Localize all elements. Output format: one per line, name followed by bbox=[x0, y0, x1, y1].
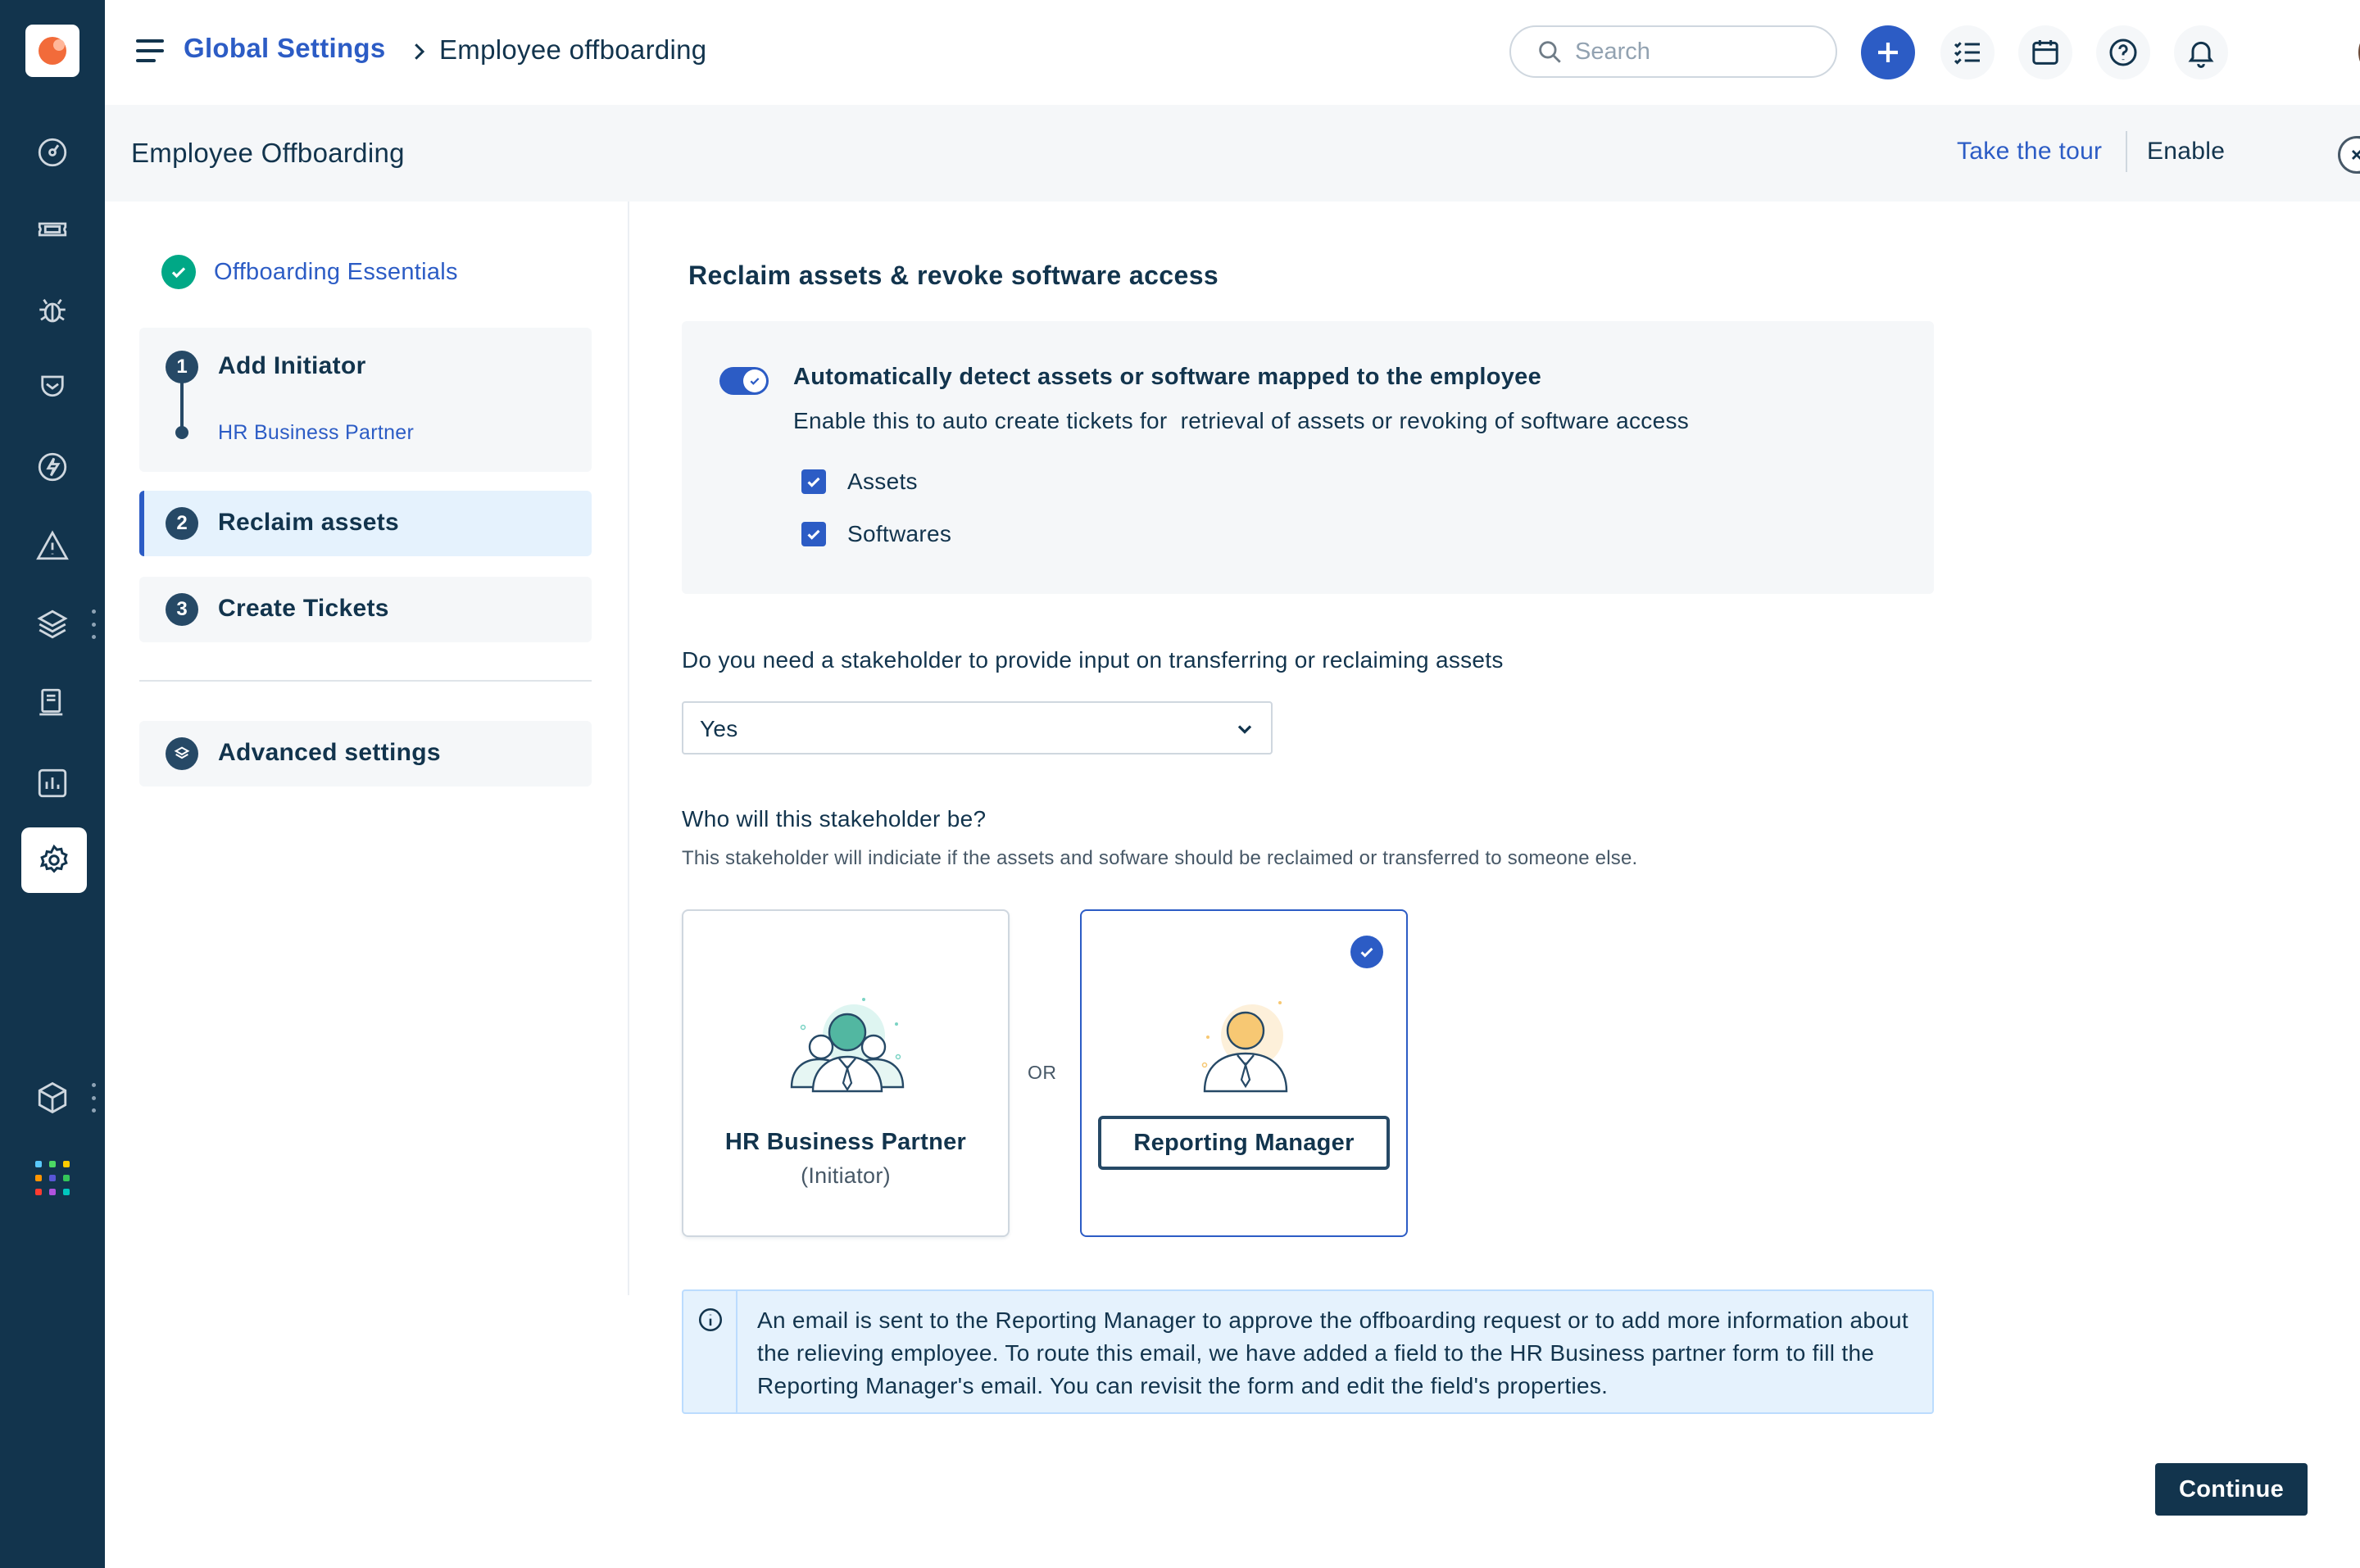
info-text: An email is sent to the Reporting Manage… bbox=[757, 1307, 1909, 1398]
substep-dot bbox=[175, 426, 188, 439]
modules-icon[interactable] bbox=[33, 1078, 72, 1117]
close-icon bbox=[2351, 149, 2360, 161]
modules-more-icon[interactable] bbox=[90, 1083, 97, 1113]
who-question: Who will this stakeholder be? bbox=[682, 806, 987, 832]
checklist-icon bbox=[1954, 42, 1980, 65]
breadcrumb-global-settings[interactable]: Global Settings bbox=[184, 33, 386, 64]
chevron-right-icon bbox=[415, 43, 425, 60]
step-label: Create Tickets bbox=[218, 595, 389, 622]
plus-icon bbox=[1878, 43, 1898, 62]
reports-icon[interactable] bbox=[33, 764, 72, 803]
step-advanced-settings[interactable]: Advanced settings bbox=[139, 721, 592, 786]
who-help-text: This stakeholder will indiciate if the a… bbox=[682, 847, 1638, 869]
step-label: Reclaim assets bbox=[218, 509, 400, 536]
check-icon bbox=[750, 378, 760, 385]
choice-hr-business-partner[interactable]: HR Business Partner (Initiator) bbox=[682, 909, 1010, 1237]
assets-icon[interactable] bbox=[33, 605, 72, 644]
step-label: Advanced settings bbox=[218, 739, 441, 766]
stakeholder-select-value: Yes bbox=[700, 716, 738, 741]
auto-detect-title: Automatically detect assets or software … bbox=[793, 364, 1542, 390]
tickets-icon[interactable] bbox=[33, 210, 72, 249]
page-header: Employee Offboarding Take the tour Enabl… bbox=[105, 105, 2360, 202]
step-label: Add Initiator bbox=[218, 352, 366, 379]
dashboard-icon[interactable] bbox=[33, 133, 72, 172]
choice-reporting-manager[interactable]: Reporting Manager bbox=[1080, 909, 1408, 1237]
calendar-icon bbox=[2032, 40, 2058, 65]
search-icon bbox=[1539, 41, 1561, 63]
step-essentials-label: Offboarding Essentials bbox=[214, 258, 458, 285]
info-divider bbox=[736, 1291, 738, 1412]
new-item-button[interactable] bbox=[1861, 25, 1915, 79]
left-nav-rail bbox=[0, 0, 105, 1568]
auto-detect-panel: Automatically detect assets or software … bbox=[682, 321, 1934, 594]
layers-icon bbox=[166, 737, 198, 770]
step-create-tickets[interactable]: 3 Create Tickets bbox=[139, 577, 592, 642]
completed-check-icon bbox=[161, 255, 196, 289]
bell-icon bbox=[2188, 41, 2214, 68]
apps-icon[interactable] bbox=[35, 1161, 70, 1195]
panel-divider bbox=[628, 202, 629, 1295]
auto-detect-description: Enable this to auto create tickets for r… bbox=[793, 408, 1690, 433]
softwares-checkbox[interactable] bbox=[801, 522, 826, 546]
app-logo[interactable] bbox=[25, 25, 79, 77]
calendar-button[interactable] bbox=[2018, 25, 2072, 79]
auto-detect-toggle[interactable] bbox=[719, 367, 769, 395]
todo-button[interactable] bbox=[1940, 25, 1995, 79]
menu-icon[interactable] bbox=[136, 39, 164, 64]
enable-label: Enable bbox=[2147, 138, 2226, 165]
info-banner: An email is sent to the Reporting Manage… bbox=[682, 1289, 1934, 1414]
stakeholder-select[interactable]: Yes bbox=[682, 701, 1273, 755]
help-icon bbox=[2109, 39, 2137, 66]
group-people-icon bbox=[790, 998, 905, 1093]
solutions-icon[interactable] bbox=[33, 683, 72, 723]
info-icon bbox=[698, 1307, 723, 1332]
page-title: Employee Offboarding bbox=[131, 138, 405, 168]
breadcrumb-current: Employee offboarding bbox=[439, 34, 707, 65]
step-number: 1 bbox=[166, 351, 198, 383]
assets-checkbox-label: Assets bbox=[847, 469, 918, 494]
logo-mark-icon bbox=[39, 37, 66, 65]
substep-hr-business-partner[interactable]: HR Business Partner bbox=[218, 421, 414, 445]
releases-icon[interactable] bbox=[33, 447, 72, 487]
choice-manager-label[interactable]: Reporting Manager bbox=[1098, 1116, 1390, 1170]
step-reclaim-assets[interactable]: 2 Reclaim assets bbox=[139, 491, 592, 556]
section-title: Reclaim assets & revoke software access bbox=[688, 261, 1219, 290]
manager-person-icon bbox=[1201, 1001, 1288, 1093]
top-bar: Global Settings Employee offboarding bbox=[105, 0, 2360, 105]
softwares-checkbox-label: Softwares bbox=[847, 521, 952, 546]
take-tour-link[interactable]: Take the tour bbox=[1957, 138, 2102, 165]
admin-settings-icon[interactable] bbox=[21, 827, 87, 893]
changes-icon[interactable] bbox=[33, 369, 72, 408]
problems-icon[interactable] bbox=[33, 290, 72, 329]
selected-check-icon bbox=[1350, 936, 1383, 968]
enable-toggle[interactable] bbox=[2338, 136, 2360, 174]
choice-hr-sublabel: (Initiator) bbox=[801, 1163, 891, 1188]
notifications-button[interactable] bbox=[2174, 25, 2228, 79]
assets-more-icon[interactable] bbox=[90, 610, 97, 639]
assets-checkbox[interactable] bbox=[801, 469, 826, 494]
chevron-down-icon bbox=[1237, 725, 1252, 734]
or-separator: OR bbox=[1028, 1062, 1057, 1083]
assets-checkbox-row[interactable]: Assets bbox=[801, 469, 918, 495]
step-number: 2 bbox=[166, 507, 198, 540]
alerts-icon[interactable] bbox=[33, 526, 72, 565]
stakeholder-question: Do you need a stakeholder to provide inp… bbox=[682, 647, 1504, 673]
search-input[interactable] bbox=[1575, 38, 1821, 66]
continue-button[interactable]: Continue bbox=[2155, 1463, 2308, 1516]
choice-hr-label: HR Business Partner bbox=[724, 1129, 967, 1155]
header-divider bbox=[2126, 131, 2127, 172]
softwares-checkbox-row[interactable]: Softwares bbox=[801, 521, 951, 547]
steps-divider bbox=[139, 680, 592, 682]
help-button[interactable] bbox=[2096, 25, 2150, 79]
step-add-initiator[interactable]: 1 Add Initiator HR Business Partner bbox=[139, 328, 592, 472]
step-offboarding-essentials[interactable]: Offboarding Essentials bbox=[161, 255, 458, 289]
search-box[interactable] bbox=[1509, 25, 1837, 78]
step-number: 3 bbox=[166, 593, 198, 626]
